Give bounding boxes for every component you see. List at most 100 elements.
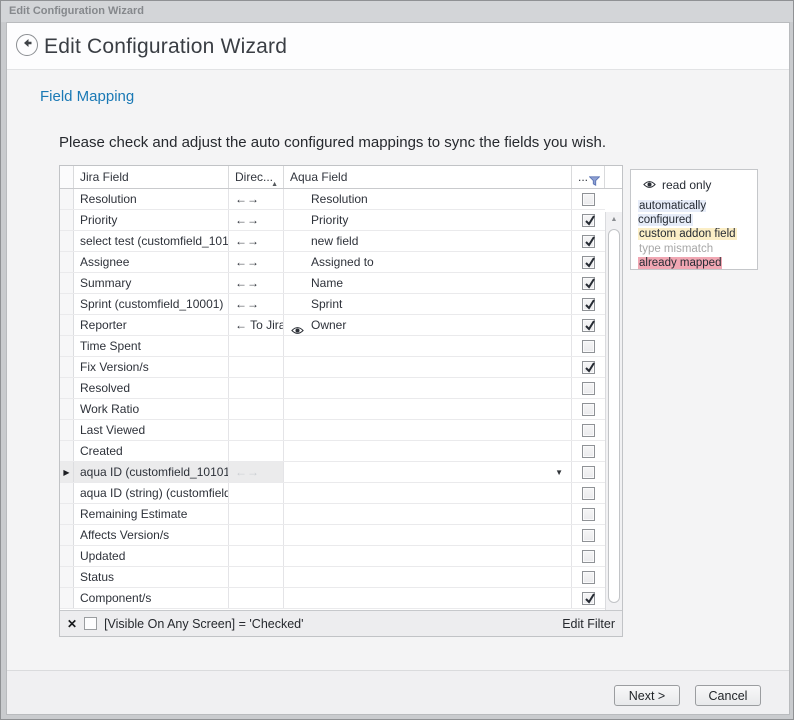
table-row[interactable]: aqua ID (string) (customfield... [60, 483, 605, 504]
visible-checkbox-cell[interactable] [572, 504, 605, 524]
table-row[interactable]: Affects Version/s [60, 525, 605, 546]
jira-field-cell[interactable]: Updated [74, 546, 229, 566]
aqua-field-cell[interactable] [284, 441, 572, 461]
table-row[interactable]: Last Viewed [60, 420, 605, 441]
direction-cell[interactable]: ←→ [229, 189, 284, 209]
visible-on-any-screen-checkbox[interactable] [582, 403, 595, 416]
aqua-field-cell[interactable]: Owner [284, 315, 572, 335]
visible-on-any-screen-checkbox[interactable] [582, 235, 595, 248]
jira-field-cell[interactable]: Assignee [74, 252, 229, 272]
scrollbar-thumb[interactable] [608, 229, 620, 603]
visible-checkbox-cell[interactable] [572, 399, 605, 419]
table-row[interactable]: Updated [60, 546, 605, 567]
jira-field-cell[interactable]: select test (customfield_101... [74, 231, 229, 251]
filter-funnel-icon[interactable] [589, 171, 600, 188]
header-aqua-field[interactable]: Aqua Field [284, 166, 572, 188]
table-row[interactable]: Summary ←→ Name [60, 273, 605, 294]
visible-checkbox-cell[interactable] [572, 420, 605, 440]
table-row[interactable]: Resolution ←→ Resolution [60, 189, 605, 210]
jira-field-cell[interactable]: Fix Version/s [74, 357, 229, 377]
table-row[interactable]: Time Spent [60, 336, 605, 357]
visible-on-any-screen-checkbox[interactable] [582, 382, 595, 395]
visible-checkbox-cell[interactable] [572, 315, 605, 335]
jira-field-cell[interactable]: Time Spent [74, 336, 229, 356]
visible-checkbox-cell[interactable] [572, 588, 605, 608]
table-row[interactable]: Assignee ←→ Assigned to [60, 252, 605, 273]
visible-checkbox-cell[interactable] [572, 189, 605, 209]
jira-field-cell[interactable]: Resolved [74, 378, 229, 398]
table-row[interactable]: Fix Version/s [60, 357, 605, 378]
aqua-field-cell[interactable] [284, 378, 572, 398]
visible-checkbox-cell[interactable] [572, 294, 605, 314]
table-row[interactable]: Resolved [60, 378, 605, 399]
clear-filter-icon[interactable]: ✕ [67, 617, 77, 631]
visible-on-any-screen-checkbox[interactable] [582, 529, 595, 542]
visible-on-any-screen-checkbox[interactable] [582, 298, 595, 311]
visible-on-any-screen-checkbox[interactable] [582, 319, 595, 332]
direction-cell[interactable]: ←→ [229, 294, 284, 314]
visible-checkbox-cell[interactable] [572, 252, 605, 272]
jira-field-cell[interactable]: Component/s [74, 588, 229, 608]
jira-field-cell[interactable]: aqua ID (customfield_10101) [74, 462, 229, 482]
visible-on-any-screen-checkbox[interactable] [582, 592, 595, 605]
visible-on-any-screen-checkbox[interactable] [582, 445, 595, 458]
visible-checkbox-cell[interactable] [572, 525, 605, 545]
visible-checkbox-cell[interactable] [572, 378, 605, 398]
visible-on-any-screen-checkbox[interactable] [582, 340, 595, 353]
aqua-field-cell[interactable] [284, 336, 572, 356]
jira-field-cell[interactable]: Affects Version/s [74, 525, 229, 545]
visible-on-any-screen-checkbox[interactable] [582, 214, 595, 227]
visible-checkbox-cell[interactable] [572, 357, 605, 377]
aqua-field-cell[interactable] [284, 546, 572, 566]
jira-field-cell[interactable]: Last Viewed [74, 420, 229, 440]
table-row[interactable]: Remaining Estimate [60, 504, 605, 525]
direction-cell[interactable] [229, 546, 284, 566]
header-direction[interactable]: Direc... ▲ [229, 166, 284, 188]
table-row[interactable]: select test (customfield_101... ←→ new f… [60, 231, 605, 252]
table-row[interactable]: Created [60, 441, 605, 462]
jira-field-cell[interactable]: Created [74, 441, 229, 461]
aqua-field-cell[interactable] [284, 525, 572, 545]
next-button[interactable]: Next > [614, 685, 680, 706]
jira-field-cell[interactable]: Sprint (customfield_10001) [74, 294, 229, 314]
direction-cell[interactable] [229, 378, 284, 398]
header-jira-field[interactable]: Jira Field [74, 166, 229, 188]
visible-on-any-screen-checkbox[interactable] [582, 193, 595, 206]
aqua-field-cell[interactable]: new field [284, 231, 572, 251]
jira-field-cell[interactable]: Status [74, 567, 229, 587]
cancel-button[interactable]: Cancel [695, 685, 761, 706]
visible-on-any-screen-checkbox[interactable] [582, 361, 595, 374]
direction-cell[interactable]: ←→ [229, 273, 284, 293]
visible-checkbox-cell[interactable] [572, 483, 605, 503]
direction-cell[interactable] [229, 483, 284, 503]
vertical-scrollbar[interactable]: ▲ ▼ [605, 212, 622, 610]
aqua-field-cell[interactable] [284, 357, 572, 377]
direction-cell[interactable]: ←→ [229, 210, 284, 230]
direction-cell[interactable] [229, 336, 284, 356]
direction-cell[interactable] [229, 420, 284, 440]
visible-checkbox-cell[interactable] [572, 567, 605, 587]
direction-cell[interactable] [229, 504, 284, 524]
visible-on-any-screen-checkbox[interactable] [582, 466, 595, 479]
table-row[interactable]: Reporter ← To Jira Owner [60, 315, 605, 336]
direction-cell[interactable] [229, 525, 284, 545]
jira-field-cell[interactable]: Resolution [74, 189, 229, 209]
aqua-field-cell[interactable] [284, 504, 572, 524]
table-row[interactable]: ▶ aqua ID (customfield_10101) ←→ ▼ [60, 462, 605, 483]
visible-checkbox-cell[interactable] [572, 210, 605, 230]
jira-field-cell[interactable]: Reporter [74, 315, 229, 335]
jira-field-cell[interactable]: Summary [74, 273, 229, 293]
direction-cell[interactable]: ←→ [229, 231, 284, 251]
aqua-field-cell[interactable] [284, 420, 572, 440]
table-row[interactable]: Priority ←→ Priority [60, 210, 605, 231]
table-row[interactable]: Status [60, 567, 605, 588]
aqua-field-cell[interactable]: Assigned to [284, 252, 572, 272]
direction-cell[interactable] [229, 399, 284, 419]
visible-checkbox-cell[interactable] [572, 546, 605, 566]
filter-enable-checkbox[interactable] [84, 617, 97, 630]
visible-checkbox-cell[interactable] [572, 336, 605, 356]
visible-checkbox-cell[interactable] [572, 231, 605, 251]
edit-filter-link[interactable]: Edit Filter [562, 617, 615, 631]
aqua-field-cell[interactable] [284, 567, 572, 587]
direction-cell[interactable] [229, 441, 284, 461]
